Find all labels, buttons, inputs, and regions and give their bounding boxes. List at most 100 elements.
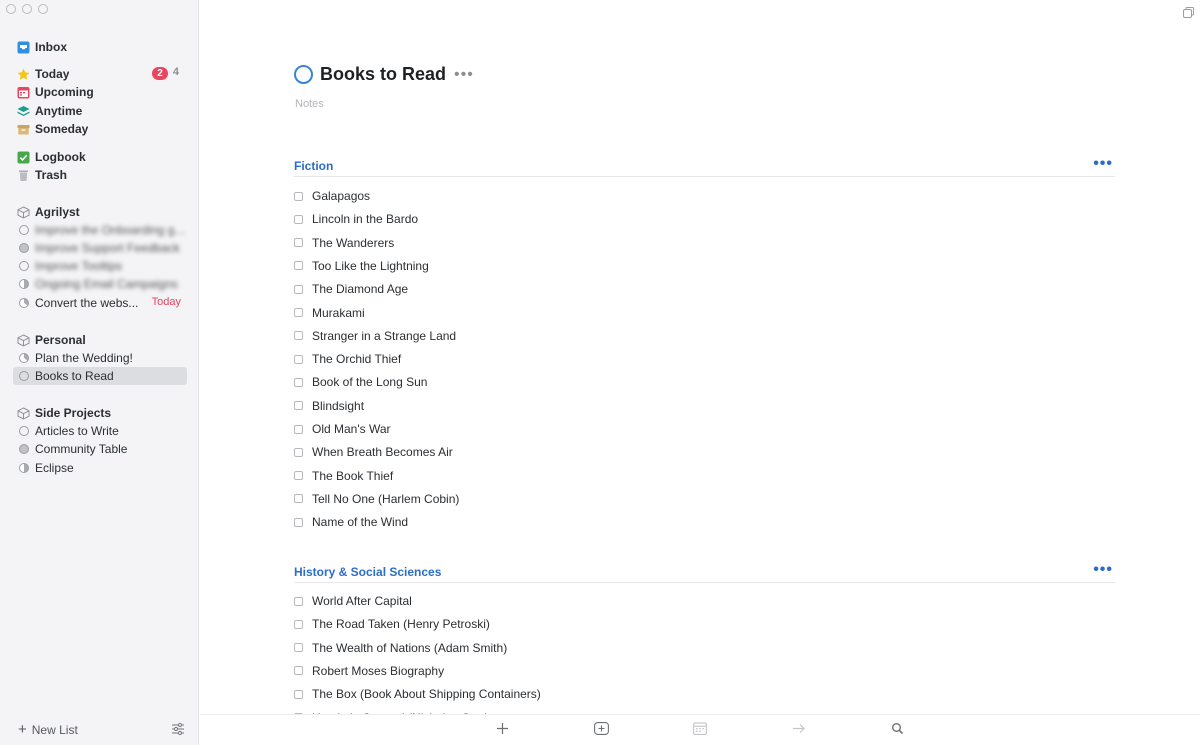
sidebar-item-someday[interactable]: Someday bbox=[13, 120, 187, 138]
todo-item[interactable]: The Box (Book About Shipping Containers) bbox=[294, 685, 541, 703]
sidebar-project[interactable]: Community Table bbox=[13, 440, 187, 458]
todo-checkbox[interactable] bbox=[294, 191, 303, 201]
todo-checkbox[interactable] bbox=[294, 354, 303, 364]
sidebar-area-side-projects[interactable]: Side Projects bbox=[13, 404, 187, 422]
heading-more-icon[interactable]: ••• bbox=[1093, 561, 1113, 579]
todo-item[interactable]: When Breath Becomes Air bbox=[294, 443, 453, 461]
search-icon[interactable] bbox=[891, 722, 904, 740]
todo-checkbox[interactable] bbox=[294, 471, 303, 481]
close-window-button[interactable] bbox=[6, 4, 16, 14]
sidebar-area-agrilyst[interactable]: Agrilyst bbox=[13, 203, 187, 221]
todo-checkbox[interactable] bbox=[294, 401, 303, 411]
todo-item[interactable]: The Book Thief bbox=[294, 467, 393, 485]
sidebar-project[interactable]: Convert the webs... Today bbox=[13, 294, 187, 312]
todo-item[interactable]: Stranger in a Strange Land bbox=[294, 327, 456, 345]
sidebar-item-trash[interactable]: Trash bbox=[13, 166, 187, 184]
todo-title: The Wanderers bbox=[312, 235, 395, 250]
project-progress-icon bbox=[17, 224, 30, 237]
todo-checkbox[interactable] bbox=[294, 377, 303, 387]
sidebar-item-anytime[interactable]: Anytime bbox=[13, 102, 187, 120]
todo-checkbox[interactable] bbox=[294, 643, 303, 653]
todo-checkbox[interactable] bbox=[294, 331, 303, 341]
sidebar-item-upcoming[interactable]: Upcoming bbox=[13, 83, 187, 101]
zoom-window-button[interactable] bbox=[38, 4, 48, 14]
todo-item[interactable]: The Wealth of Nations (Adam Smith) bbox=[294, 639, 507, 657]
window-duplicate-icon[interactable] bbox=[1183, 5, 1194, 23]
sidebar-project-label: Books to Read bbox=[35, 369, 114, 383]
main-content: Books to Read ••• Notes Fiction ••• Gala… bbox=[200, 0, 1200, 745]
todo-item[interactable]: Lincoln in the Bardo bbox=[294, 210, 418, 228]
sidebar-item-today[interactable]: Today 2 4 bbox=[13, 65, 187, 83]
todo-item[interactable]: The Diamond Age bbox=[294, 280, 408, 298]
heading-fiction[interactable]: Fiction ••• bbox=[294, 155, 1115, 177]
todo-checkbox[interactable] bbox=[294, 238, 303, 248]
sidebar-project-selected[interactable]: Books to Read bbox=[13, 367, 187, 385]
heading-more-icon[interactable]: ••• bbox=[1093, 155, 1113, 173]
project-notes-field[interactable]: Notes bbox=[295, 98, 324, 110]
sliders-icon[interactable] bbox=[171, 722, 185, 741]
todo-checkbox[interactable] bbox=[294, 261, 303, 271]
todo-checkbox[interactable] bbox=[294, 666, 303, 676]
move-arrow-icon[interactable] bbox=[792, 722, 806, 740]
todo-item[interactable]: Too Like the Lightning bbox=[294, 257, 429, 275]
project-progress-icon bbox=[17, 242, 30, 255]
sidebar-project[interactable]: Improve the Onboarding guide bbox=[13, 221, 187, 239]
todo-item[interactable]: World After Capital bbox=[294, 592, 412, 610]
todo-item[interactable]: Robert Moses Biography bbox=[294, 662, 444, 680]
todo-title: World After Capital bbox=[312, 594, 412, 608]
todo-checkbox[interactable] bbox=[294, 517, 303, 527]
project-title[interactable]: Books to Read bbox=[320, 64, 446, 85]
sidebar-project[interactable]: Ongoing Email Campaigns bbox=[13, 275, 187, 293]
sidebar-project-label: Plan the Wedding! bbox=[35, 351, 133, 365]
sidebar-item-inbox[interactable]: Inbox bbox=[13, 38, 187, 56]
area-name: Agrilyst bbox=[35, 205, 80, 219]
todo-item[interactable]: Galapagos bbox=[294, 187, 370, 205]
sidebar-project[interactable]: Articles to Write bbox=[13, 422, 187, 440]
sidebar-project[interactable]: Eclipse bbox=[13, 459, 187, 477]
todo-checkbox[interactable] bbox=[294, 596, 303, 606]
heading-history-social-sciences[interactable]: History & Social Sciences ••• bbox=[294, 561, 1115, 583]
sidebar-project[interactable]: Improve Support Feedback bbox=[13, 239, 187, 257]
todo-checkbox[interactable] bbox=[294, 214, 303, 224]
todo-item[interactable]: The Orchid Thief bbox=[294, 350, 401, 368]
project-progress-icon bbox=[17, 297, 30, 310]
todo-checkbox[interactable] bbox=[294, 308, 303, 317]
sidebar-project[interactable]: Plan the Wedding! bbox=[13, 349, 187, 367]
sidebar-project-label: Community Table bbox=[35, 442, 128, 456]
todo-item[interactable]: Old Man's War bbox=[294, 420, 391, 438]
sidebar-item-logbook[interactable]: Logbook bbox=[13, 148, 187, 166]
more-options-icon[interactable]: ••• bbox=[454, 66, 474, 82]
project-progress-icon bbox=[17, 260, 30, 273]
project-progress-icon[interactable] bbox=[294, 65, 313, 84]
new-list-button[interactable]: + New List bbox=[18, 721, 78, 738]
todo-title: Name of the Wind bbox=[312, 515, 409, 530]
sidebar-area-personal[interactable]: Personal bbox=[13, 331, 187, 349]
sidebar-project[interactable]: Improve Tooltips bbox=[13, 257, 187, 275]
todo-checkbox[interactable] bbox=[294, 619, 303, 629]
todo-title: Tell No One (Harlem Cobin) bbox=[312, 491, 460, 506]
todo-checkbox[interactable] bbox=[294, 424, 303, 434]
todo-item[interactable]: Book of the Long Sun bbox=[294, 373, 427, 391]
todo-item[interactable]: Tell No One (Harlem Cobin) bbox=[294, 490, 459, 508]
todo-checkbox[interactable] bbox=[294, 447, 303, 457]
minimize-window-button[interactable] bbox=[22, 4, 32, 14]
sidebar-item-label: Trash bbox=[35, 168, 68, 182]
todo-item[interactable]: The Road Taken (Henry Petroski) bbox=[294, 615, 490, 633]
trash-icon bbox=[17, 169, 30, 182]
calendar-icon[interactable] bbox=[693, 722, 707, 740]
todo-item[interactable]: Name of the Wind bbox=[294, 513, 408, 531]
plus-icon[interactable] bbox=[496, 722, 509, 740]
todo-checkbox[interactable] bbox=[294, 494, 303, 504]
plus-icon: + bbox=[18, 721, 27, 738]
todo-item[interactable]: Murakami bbox=[294, 304, 365, 322]
todo-item[interactable]: The Wanderers bbox=[294, 234, 394, 252]
sidebar-project-label: Articles to Write bbox=[35, 424, 119, 438]
sidebar-item-label: Logbook bbox=[35, 150, 86, 164]
todo-item[interactable]: Blindsight bbox=[294, 397, 364, 415]
todo-title: Old Man's War bbox=[312, 422, 391, 436]
sidebar-project-label: Eclipse bbox=[35, 461, 74, 475]
todo-title: The Orchid Thief bbox=[312, 352, 402, 367]
add-heading-icon[interactable] bbox=[594, 722, 609, 740]
todo-checkbox[interactable] bbox=[294, 284, 303, 294]
todo-checkbox[interactable] bbox=[294, 689, 303, 699]
